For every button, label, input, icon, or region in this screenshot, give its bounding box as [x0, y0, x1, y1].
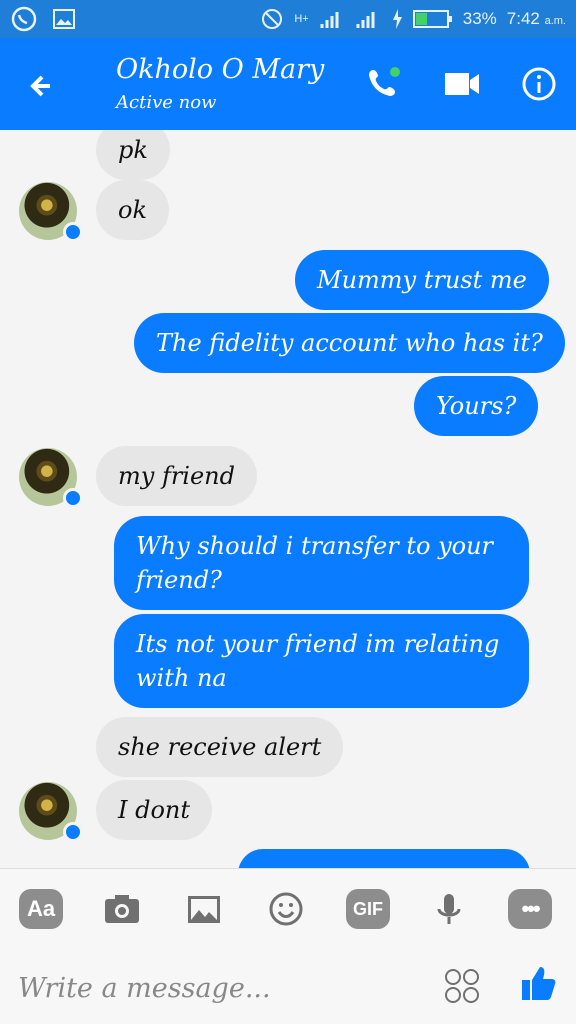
message-bubble-incoming[interactable]: she receive alert [96, 717, 344, 777]
clock-suffix: a.m. [544, 15, 566, 27]
contact-avatar[interactable] [19, 782, 83, 842]
battery-percent: 33% [462, 9, 497, 28]
message-bubble-outgoing[interactable]: Mummy trust me [295, 250, 549, 310]
signal-icon-2 [356, 12, 375, 28]
message-input[interactable]: Write a message... [18, 973, 271, 1004]
more-button[interactable]: ••• [508, 889, 552, 929]
emoji-icon[interactable] [264, 889, 308, 929]
message-bubble-outgoing-partial[interactable] [238, 849, 530, 868]
message-bubble-outgoing[interactable]: The fidelity account who has it? [134, 313, 565, 373]
status-right: H+ 33% 7:42 a.m. [260, 7, 566, 31]
microphone-icon[interactable] [427, 889, 471, 929]
thumbs-up-icon[interactable] [520, 965, 556, 1003]
battery-icon [412, 10, 452, 28]
active-status: Active now [116, 92, 217, 113]
charging-icon [392, 9, 402, 29]
message-bubble-incoming[interactable]: pk [96, 130, 170, 180]
messenger-badge-icon [63, 822, 83, 842]
network-label: H+ [294, 13, 309, 25]
contact-avatar[interactable] [19, 448, 83, 508]
message-bubble-outgoing[interactable]: Its not your friend im relating with na [114, 614, 529, 708]
messenger-badge-icon [63, 488, 83, 508]
text-format-button[interactable]: Aa [19, 889, 63, 929]
composer-toolbar: Aa GIF ••• Write a message... [0, 868, 576, 1024]
message-bubble-incoming[interactable]: I dont [96, 780, 213, 840]
do-not-disturb-icon [262, 9, 283, 29]
info-icon[interactable] [517, 62, 561, 106]
gallery-icon[interactable] [182, 889, 226, 929]
gif-button[interactable]: GIF [346, 889, 390, 929]
message-bubble-incoming[interactable]: ok [96, 180, 169, 240]
messenger-badge-icon [63, 222, 83, 242]
status-bar: H+ 33% 7:42 a.m. [0, 0, 576, 38]
voice-call-icon[interactable] [362, 62, 406, 106]
gallery-icon [53, 9, 75, 29]
camera-icon[interactable] [100, 889, 144, 929]
contact-name[interactable]: Okholo O Mary [116, 54, 324, 85]
message-list[interactable]: pk ok Mummy trust me The fidelity accoun… [0, 130, 576, 868]
whatsapp-icon [11, 6, 37, 32]
message-bubble-outgoing[interactable]: Yours? [414, 376, 539, 436]
conversation-header: Okholo O Mary Active now [0, 38, 576, 130]
clock-time: 7:42 [506, 9, 540, 28]
message-bubble-outgoing[interactable]: Why should i transfer to your friend? [114, 516, 529, 610]
back-arrow-icon[interactable] [22, 64, 66, 108]
contact-avatar[interactable] [19, 182, 83, 242]
reactions-icon[interactable] [444, 968, 480, 1004]
signal-icon [320, 12, 339, 28]
message-bubble-incoming[interactable]: my friend [96, 446, 257, 506]
clock: 7:42 a.m. [507, 9, 566, 29]
video-call-icon[interactable] [440, 62, 484, 106]
status-left [10, 5, 76, 33]
